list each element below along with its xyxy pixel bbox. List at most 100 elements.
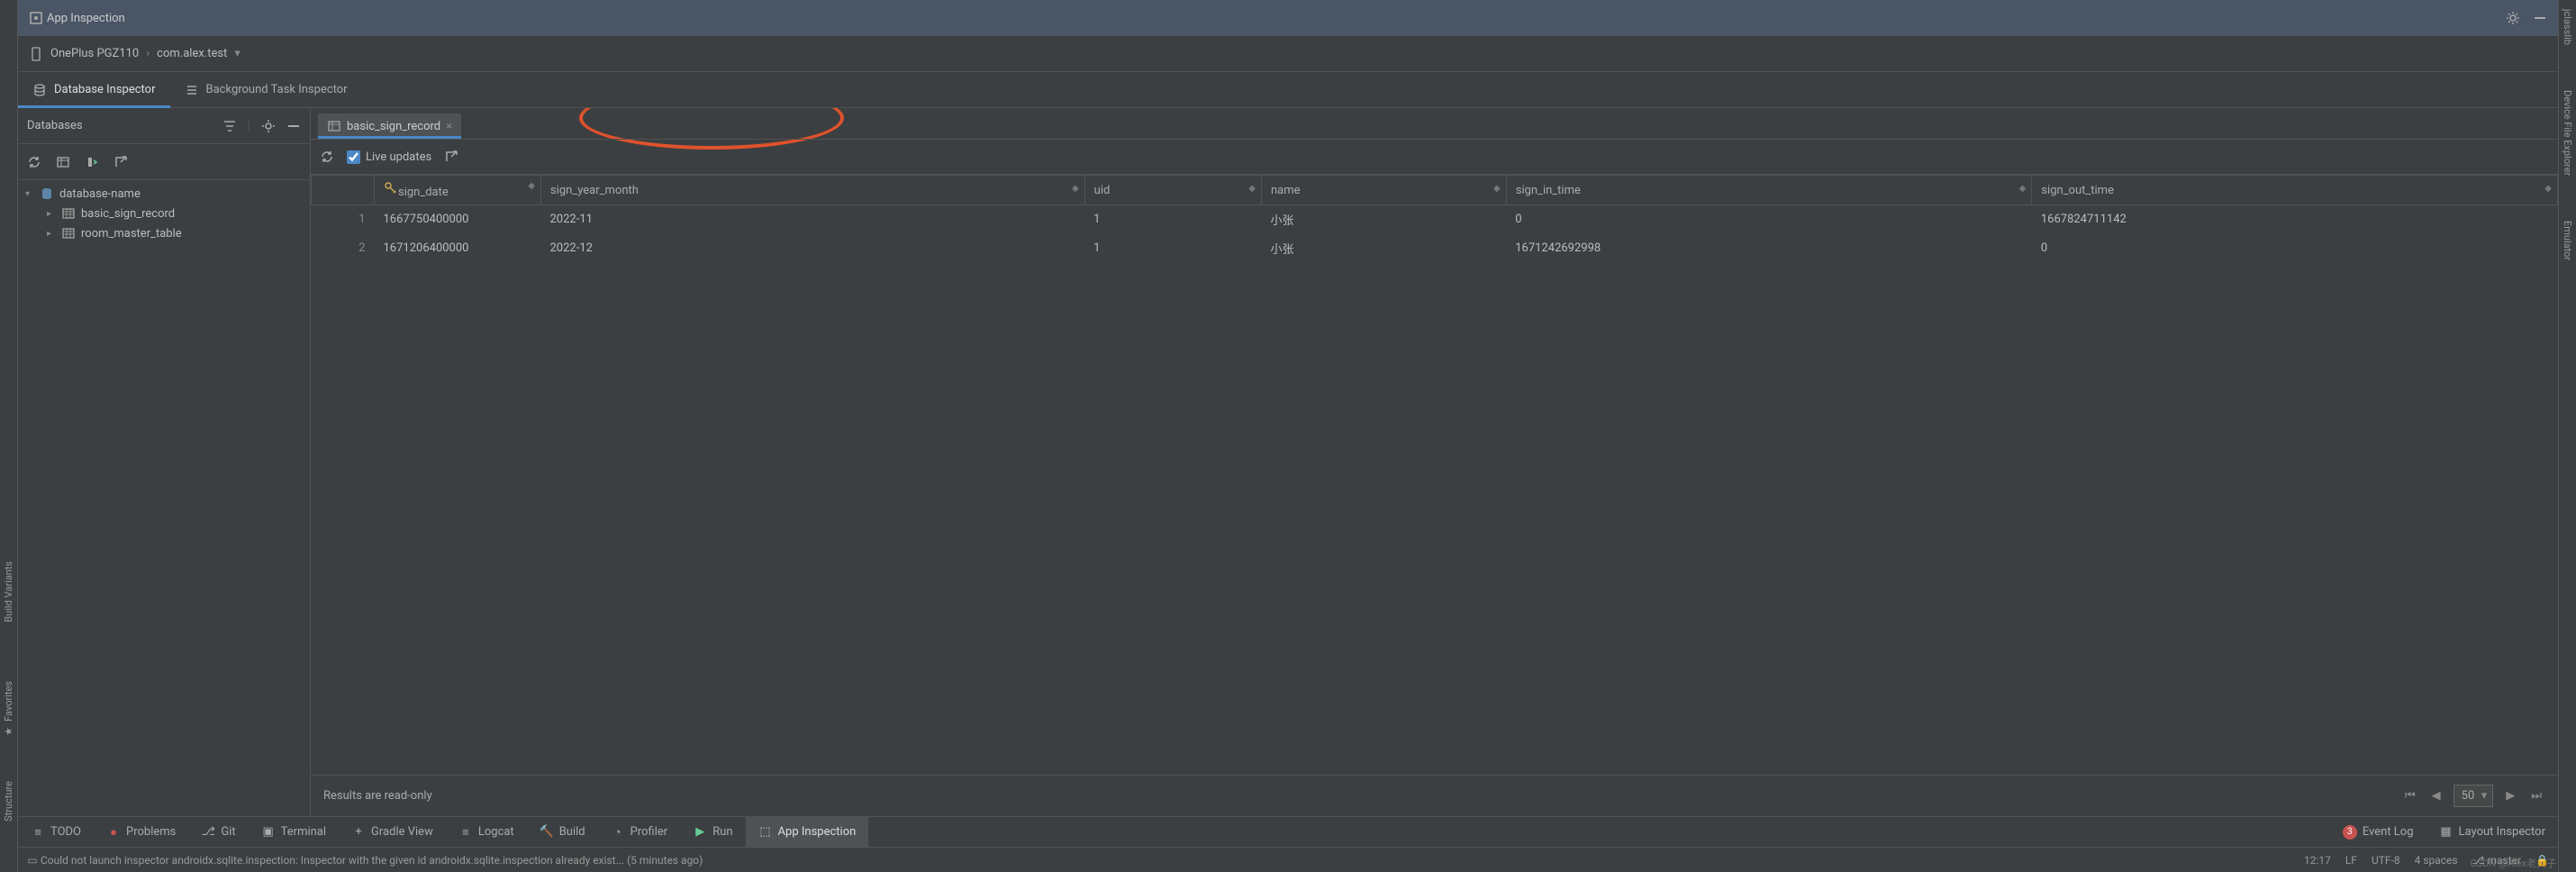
filter-icon[interactable] (222, 119, 237, 133)
cell[interactable]: 1 (1084, 234, 1261, 263)
col-rownum[interactable] (312, 176, 375, 205)
cell[interactable]: 小张 (1261, 234, 1506, 263)
terminal-icon: ▣ (261, 825, 276, 840)
gear-icon[interactable] (2506, 11, 2520, 25)
rail-favorites[interactable]: Favorites (3, 681, 14, 736)
refresh-icon[interactable] (27, 155, 41, 169)
database-icon (32, 83, 47, 97)
bottom-terminal[interactable]: ▣Terminal (249, 817, 339, 847)
tab-label: Database Inspector (54, 83, 156, 96)
cell[interactable]: 1667750400000 (375, 205, 541, 234)
rail-device-file-explorer[interactable]: Device File Explorer (2562, 90, 2573, 176)
col-sign-out-time[interactable]: sign_out_time◆ (2032, 176, 2558, 205)
play-icon: ▶ (693, 825, 707, 840)
keep-open-icon[interactable] (85, 155, 99, 169)
bottom-todo[interactable]: ≡TODO (18, 817, 94, 847)
device-crumb[interactable]: OnePlus PGZ110 › com.alex.test ▾ (18, 36, 2558, 72)
table-name: basic_sign_record (81, 207, 175, 221)
page-next-icon[interactable]: ▶ (2502, 789, 2518, 803)
cell[interactable]: 1667824711142 (2032, 205, 2558, 234)
status-branch[interactable]: ⎇ master (2472, 854, 2521, 867)
editor-tab-label: basic_sign_record (347, 120, 440, 133)
warning-icon: ● (106, 825, 121, 840)
table-row[interactable]: 2 1671206400000 2022-12 1 小张 16712426929… (312, 234, 2558, 263)
cell[interactable]: 1671206400000 (375, 234, 541, 263)
logcat-icon: ≡ (458, 825, 473, 840)
status-lock-icon[interactable]: 🔒 (2535, 854, 2549, 867)
bottom-git[interactable]: ⎇Git (188, 817, 248, 847)
cell-rownum: 2 (312, 234, 375, 263)
chevron-right-icon: ▸ (47, 229, 56, 239)
page-last-icon[interactable]: ⏭ (2527, 789, 2545, 803)
rail-structure[interactable]: Structure (3, 781, 14, 836)
bottom-problems[interactable]: ●Problems (94, 817, 188, 847)
bottom-gradle-view[interactable]: +Gradle View (339, 817, 446, 847)
table-header-row: sign_date◆ sign_year_month◆ uid◆ name◆ s… (312, 176, 2558, 205)
titlebar: App Inspection (18, 0, 2558, 36)
bottom-profiler[interactable]: ◔Profiler (598, 817, 681, 847)
tree-table[interactable]: ▸ room_master_table (18, 223, 310, 243)
minimize-icon[interactable] (2533, 11, 2547, 25)
close-icon[interactable]: × (446, 120, 452, 133)
page-first-icon[interactable]: ⏮ (2401, 789, 2419, 803)
cell[interactable]: 2022-12 (541, 234, 1085, 263)
rail-build-variants[interactable]: Build Variants (3, 561, 14, 637)
cell[interactable]: 2022-11 (541, 205, 1085, 234)
tree-database[interactable]: ▾ database-name (18, 184, 310, 204)
status-bar: ▭ Could not launch inspector androidx.sq… (18, 847, 2558, 872)
results-footer: Results are read-only ⏮ ◀ 50 ▶ ⏭ (311, 775, 2558, 816)
chevron-down-icon: ▾ (25, 189, 34, 199)
chevron-down-icon: ▾ (234, 47, 240, 60)
cell-rownum: 1 (312, 205, 375, 234)
bottom-run[interactable]: ▶Run (680, 817, 745, 847)
bottom-layout-inspector[interactable]: ▦Layout Inspector (2426, 817, 2558, 847)
bottom-event-log[interactable]: 3Event Log (2330, 817, 2426, 847)
bottom-build[interactable]: 🔨Build (527, 817, 598, 847)
cell[interactable]: 0 (2032, 234, 2558, 263)
export-icon[interactable] (444, 150, 458, 164)
bottom-app-inspection[interactable]: ⬚App Inspection (746, 817, 869, 847)
pager: ⏮ ◀ 50 ▶ ⏭ (2401, 785, 2545, 807)
bottom-logcat[interactable]: ≡Logcat (446, 817, 527, 847)
editor-panel: basic_sign_record × Live updates (311, 108, 2558, 816)
col-uid[interactable]: uid◆ (1084, 176, 1261, 205)
refresh-icon[interactable] (320, 150, 334, 164)
phone-icon: ▭ (27, 853, 38, 867)
status-encoding[interactable]: UTF-8 (2372, 854, 2400, 867)
page-size-select[interactable]: 50 (2454, 785, 2494, 807)
cell[interactable]: 小张 (1261, 205, 1506, 234)
databases-label: Databases (27, 119, 83, 132)
cell[interactable]: 1671242692998 (1506, 234, 2032, 263)
minimize-icon[interactable] (286, 119, 301, 133)
col-sign-year-month[interactable]: sign_year_month◆ (541, 176, 1085, 205)
table-row[interactable]: 1 1667750400000 2022-11 1 小张 0 166782471… (312, 205, 2558, 234)
gear-icon[interactable] (261, 119, 276, 133)
live-updates-checkbox[interactable]: Live updates (347, 150, 431, 164)
col-name[interactable]: name◆ (1261, 176, 1506, 205)
rail-jclasslib[interactable]: jclasslib (2562, 9, 2573, 45)
rail-emulator[interactable]: Emulator (2562, 221, 2573, 260)
tab-database-inspector[interactable]: Database Inspector (18, 72, 170, 107)
hammer-icon: 🔨 (540, 825, 554, 840)
cell[interactable]: 1 (1084, 205, 1261, 234)
status-line-ending[interactable]: LF (2345, 854, 2357, 867)
device-name: OnePlus PGZ110 (50, 47, 139, 60)
table-icon (61, 206, 76, 221)
cell[interactable]: 0 (1506, 205, 2032, 234)
col-sign-date[interactable]: sign_date◆ (375, 176, 541, 205)
new-query-icon[interactable] (56, 155, 70, 169)
editor-tab[interactable]: basic_sign_record × (318, 114, 461, 139)
col-sign-in-time[interactable]: sign_in_time◆ (1506, 176, 2032, 205)
status-indent[interactable]: 4 spaces (2415, 854, 2458, 867)
export-icon[interactable] (113, 155, 128, 169)
app-name: com.alex.test (157, 47, 227, 60)
editor-toolbar: Live updates (311, 139, 2558, 175)
layout-icon: ▦ (2439, 825, 2454, 840)
page-prev-icon[interactable]: ◀ (2428, 789, 2444, 803)
tree-table[interactable]: ▸ basic_sign_record (18, 204, 310, 223)
tab-background-task-inspector[interactable]: Background Task Inspector (170, 72, 362, 107)
inspect-icon: ⬚ (758, 825, 773, 840)
primary-key-icon (384, 181, 398, 195)
phone-icon (29, 47, 43, 61)
app-inspection-icon (29, 11, 43, 25)
